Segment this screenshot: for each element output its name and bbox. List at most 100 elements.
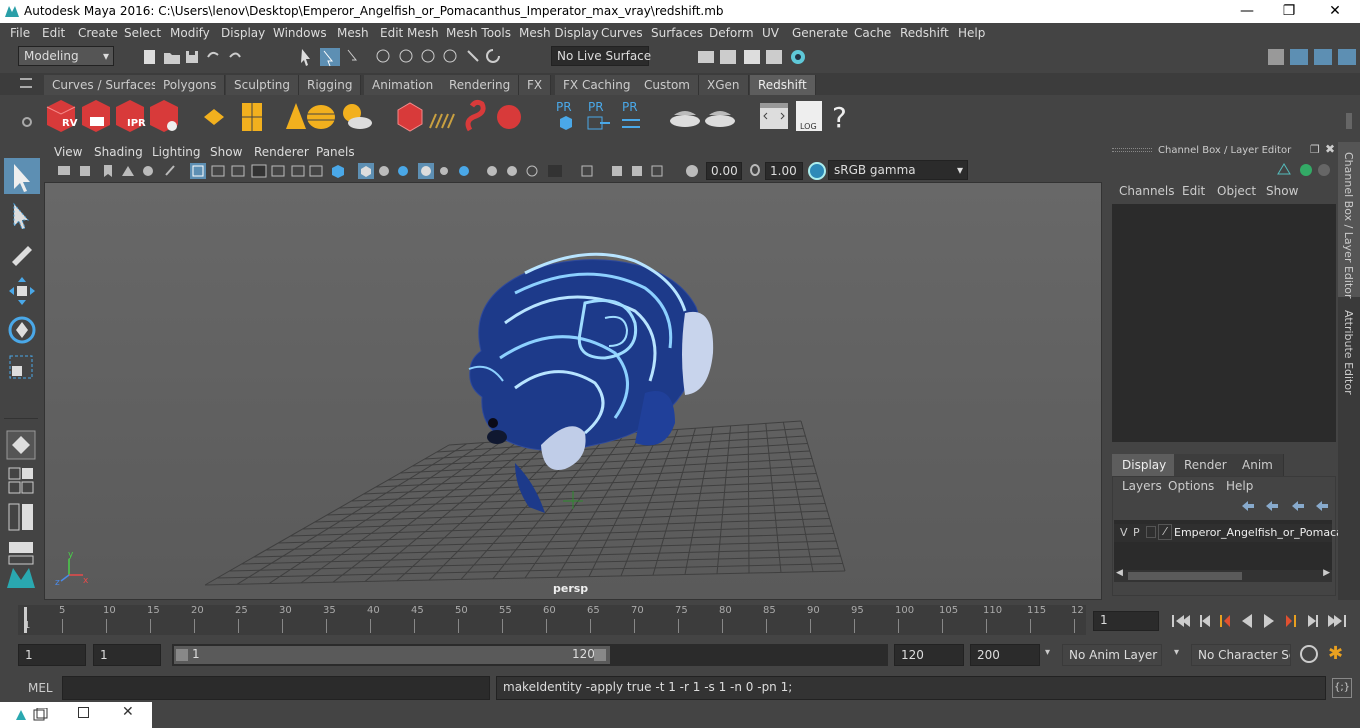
viewport-menu-renderer[interactable]: Renderer: [254, 145, 309, 159]
redshift-pr-cube-icon[interactable]: PR: [556, 100, 572, 130]
perspective-viewport[interactable]: y x z persp: [44, 182, 1102, 600]
play-backwards-icon[interactable]: [1242, 614, 1252, 628]
time-slider[interactable]: 1 5 10 15 20 25 30 35 40 45 50 55 60 65 70 75 80 85 90 95 1…: [0, 603, 1360, 639]
layer-row[interactable]: V P ⁄ Emperor_Angelfish_or_Pomaca: [1114, 524, 1343, 542]
scroll-right-icon[interactable]: ▶: [1323, 568, 1330, 578]
step-back-frame-icon[interactable]: [1220, 615, 1230, 627]
view-transform-dropdown[interactable]: sRGB gamma ▾: [828, 160, 968, 180]
shelf-menu-icon[interactable]: [20, 78, 32, 88]
show-menu[interactable]: Show: [1266, 184, 1298, 198]
menuset-dropdown[interactable]: Modeling ▾: [18, 46, 114, 66]
channel-box-mode-icons[interactable]: [1276, 162, 1332, 178]
range-bar[interactable]: [174, 646, 610, 664]
menu-create[interactable]: Create: [78, 26, 118, 40]
shelf-scroll-icon[interactable]: [1346, 113, 1352, 129]
channel-list[interactable]: [1112, 204, 1336, 442]
layer-reference-toggle[interactable]: [1146, 526, 1156, 538]
auto-key-icon[interactable]: [1300, 645, 1318, 663]
menu-uv[interactable]: UV: [762, 26, 779, 40]
file-toolbar-icons[interactable]: [142, 48, 252, 66]
redshift-settings-icon[interactable]: [150, 100, 178, 132]
channels-menu[interactable]: Channels: [1119, 184, 1175, 198]
viewport-menu-view[interactable]: View: [54, 145, 82, 159]
range-start-handle[interactable]: [176, 649, 188, 661]
script-editor-icon[interactable]: {;}: [1332, 678, 1352, 698]
viewport-menu-shading[interactable]: Shading: [94, 145, 143, 159]
animation-end-field[interactable]: 200: [970, 644, 1040, 666]
range-end-handle[interactable]: [594, 649, 606, 661]
layer-name[interactable]: Emperor_Angelfish_or_Pomaca: [1174, 526, 1343, 539]
redshift-log-icon[interactable]: LOG: [796, 101, 822, 131]
paint-select-tool-icon[interactable]: [12, 246, 32, 266]
menu-curves[interactable]: Curves: [601, 26, 643, 40]
shelf-tab-xgen[interactable]: XGen: [699, 75, 749, 95]
shelf-tab-fx-caching[interactable]: FX Caching: [555, 75, 640, 95]
shelf-tab-animation[interactable]: Animation: [364, 75, 443, 95]
menu-mesh-display[interactable]: Mesh Display: [519, 26, 599, 40]
redshift-sphere-icon[interactable]: [497, 105, 521, 129]
gamma-field[interactable]: 1.00: [765, 162, 803, 180]
redshift-dome-light-icon[interactable]: [307, 105, 335, 129]
shelf-tab-rendering[interactable]: Rendering: [441, 75, 520, 95]
layer-list[interactable]: V P ⁄ Emperor_Angelfish_or_Pomaca ◀ ▶: [1114, 520, 1343, 582]
menu-display[interactable]: Display: [221, 26, 265, 40]
redshift-spot-light-icon[interactable]: [286, 103, 306, 129]
restore-window-icon[interactable]: [14, 708, 48, 722]
layer-scrollbar[interactable]: ◀ ▶: [1114, 568, 1332, 582]
edit-menu[interactable]: Edit: [1182, 184, 1205, 198]
redshift-hair-icon[interactable]: [429, 113, 455, 129]
close-panel-icon[interactable]: ✖: [1325, 142, 1335, 156]
redshift-pr-export-icon[interactable]: PR: [587, 100, 610, 130]
menu-select[interactable]: Select: [124, 26, 161, 40]
shelf-tab-redshift[interactable]: Redshift: [750, 75, 816, 95]
chevron-down-icon[interactable]: ▾: [1045, 647, 1050, 658]
shelf-tab-polygons[interactable]: Polygons: [155, 75, 226, 95]
help-icon[interactable]: ?: [832, 101, 847, 134]
close-window-icon[interactable]: ✕: [122, 704, 134, 720]
layer-playback-toggle[interactable]: P: [1133, 526, 1140, 539]
menu-deform[interactable]: Deform: [709, 26, 754, 40]
menu-edit[interactable]: Edit: [42, 26, 65, 40]
menu-surfaces[interactable]: Surfaces: [651, 26, 703, 40]
command-input[interactable]: [62, 676, 490, 700]
redshift-curve-icon[interactable]: [465, 99, 486, 132]
redshift-proxy-icon[interactable]: [397, 102, 423, 132]
preferences-icon[interactable]: ✱: [1328, 643, 1343, 664]
shelf-tab-custom[interactable]: Custom: [636, 75, 699, 95]
menu-mesh-tools[interactable]: Mesh Tools: [446, 26, 511, 40]
play-forwards-icon[interactable]: [1264, 614, 1274, 628]
redshift-bake-set-icon[interactable]: [705, 111, 735, 127]
redshift-rect-light-icon[interactable]: [204, 109, 224, 125]
graph-layout-icon[interactable]: [8, 542, 34, 565]
layer-tab-render[interactable]: Render: [1174, 454, 1238, 476]
shelf-tab-curves-surfaces[interactable]: Curves / Surfaces: [44, 75, 167, 95]
shelf-tab-rigging[interactable]: Rigging: [299, 75, 362, 95]
exposure-field[interactable]: 0.00: [706, 162, 742, 180]
menu-help[interactable]: Help: [958, 26, 985, 40]
viewport-menu-panels[interactable]: Panels: [316, 145, 355, 159]
menu-edit-mesh[interactable]: Edit Mesh: [380, 26, 439, 40]
layer-color-swatch[interactable]: ⁄: [1158, 524, 1172, 540]
chevron-down-icon[interactable]: ▾: [1174, 647, 1179, 658]
maximize-button[interactable]: ❐: [1266, 0, 1312, 23]
step-forward-frame-icon[interactable]: [1286, 615, 1296, 627]
rotate-tool-icon[interactable]: [8, 316, 36, 344]
playback-start-field[interactable]: 1: [93, 644, 161, 666]
minimized-window[interactable]: ✕: [0, 702, 152, 728]
float-panel-icon[interactable]: ❐: [1310, 143, 1320, 156]
scale-tool-icon[interactable]: [9, 355, 33, 379]
shelf-tab-sculpting[interactable]: Sculpting: [226, 75, 300, 95]
viewport-scene[interactable]: y x z: [45, 183, 1102, 600]
playback-controls[interactable]: [1168, 611, 1356, 631]
lasso-tool-icon[interactable]: [13, 202, 30, 230]
layout-toggle-icons[interactable]: [1266, 46, 1358, 68]
move-tool-icon[interactable]: [9, 277, 35, 305]
render-toolbar-icons[interactable]: [694, 47, 814, 67]
current-frame-field[interactable]: 1: [1093, 611, 1159, 631]
redshift-clapper-icon[interactable]: [82, 100, 110, 132]
shelf-tab-fx[interactable]: FX: [519, 75, 552, 95]
layer-tab-display[interactable]: Display: [1112, 454, 1178, 476]
gamma-icon[interactable]: [750, 164, 760, 176]
go-to-end-icon[interactable]: [1328, 615, 1346, 627]
layer-visibility-toggle[interactable]: V: [1120, 526, 1128, 539]
